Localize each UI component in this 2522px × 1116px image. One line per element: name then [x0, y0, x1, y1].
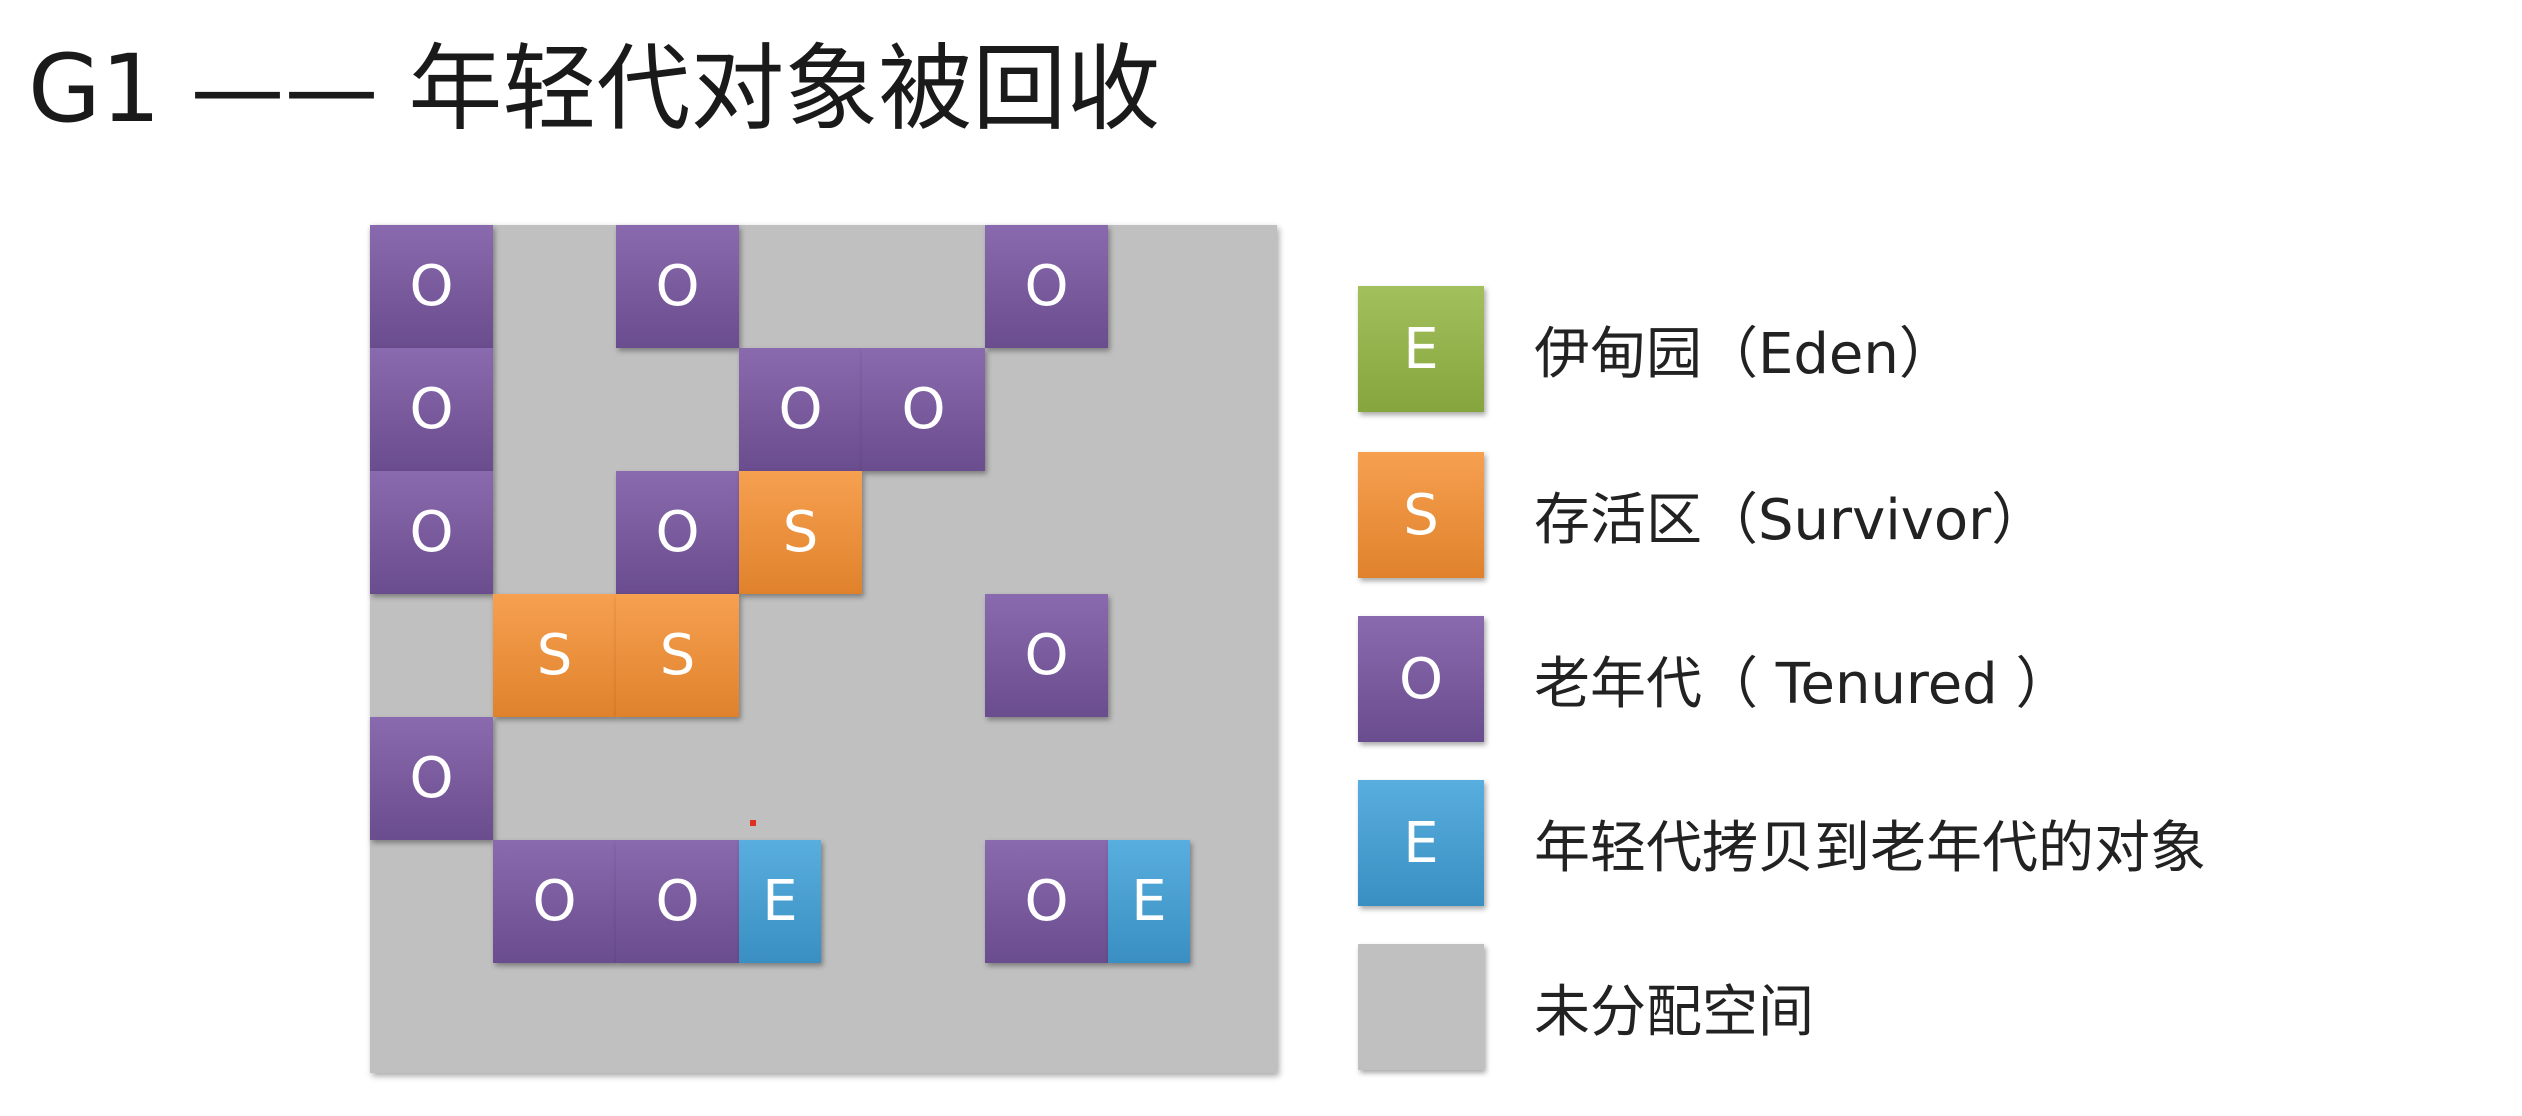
- heap-region-o: O: [985, 840, 1108, 963]
- page-title: G1 —— 年轻代对象被回收: [28, 35, 1161, 144]
- heap-region-s: S: [739, 471, 862, 594]
- legend-swatch: O: [1358, 616, 1484, 742]
- heap-region-o: O: [985, 225, 1108, 348]
- heap-region-o: O: [616, 471, 739, 594]
- legend-label: 存活区（Survivor）: [1534, 487, 2048, 553]
- heap-region-o: O: [370, 717, 493, 840]
- heap-region-o: O: [616, 840, 739, 963]
- heap-region-o: O: [985, 594, 1108, 717]
- legend-label: 年轻代拷贝到老年代的对象: [1534, 815, 2206, 881]
- legend-label: 未分配空间: [1534, 979, 1814, 1045]
- cursor-dot: [750, 820, 756, 826]
- legend-swatch: E: [1358, 780, 1484, 906]
- heap-region-s: S: [493, 594, 616, 717]
- legend-swatch: S: [1358, 452, 1484, 578]
- heap-region-o: O: [616, 225, 739, 348]
- heap-region-o: O: [739, 348, 862, 471]
- legend-label: 老年代（ Tenured ）: [1534, 651, 2072, 717]
- heap-region-o: O: [370, 471, 493, 594]
- heap-region-s: S: [616, 594, 739, 717]
- legend-label: 伊甸园（Eden）: [1534, 321, 1955, 387]
- heap-region-o: O: [370, 225, 493, 348]
- heap-region-e: E: [1108, 840, 1190, 963]
- heap-region-o: O: [370, 348, 493, 471]
- heap-region-o: O: [493, 840, 616, 963]
- heap-region-o: O: [862, 348, 985, 471]
- legend-swatch: [1358, 944, 1484, 1070]
- heap-region-grid: OOOOOOOOSSSOOOOEOE: [370, 225, 1277, 1073]
- legend-swatch: E: [1358, 286, 1484, 412]
- heap-region-e: E: [739, 840, 821, 963]
